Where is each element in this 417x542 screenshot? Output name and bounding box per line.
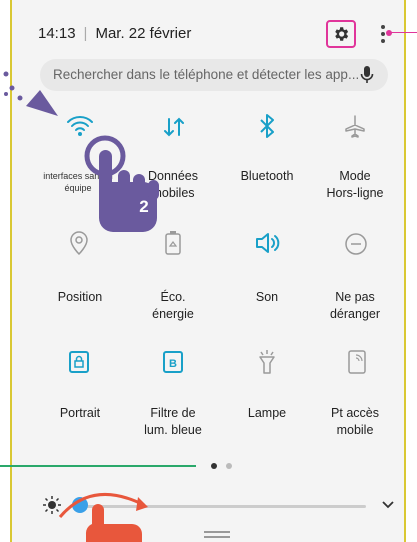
tile-label-power-saving: Éco. énergie bbox=[152, 290, 194, 321]
tile-label-location: Position bbox=[57, 290, 103, 304]
status-row: 14:13 | Mar. 22 février bbox=[38, 25, 191, 42]
step-number-badge: 2 bbox=[139, 197, 149, 216]
svg-text:B: B bbox=[169, 358, 177, 370]
bluetooth-icon[interactable] bbox=[257, 113, 277, 139]
microphone-icon[interactable] bbox=[360, 66, 374, 84]
chevron-down-icon[interactable] bbox=[381, 500, 395, 510]
flashlight-icon[interactable] bbox=[257, 349, 277, 375]
status-separator: | bbox=[83, 25, 88, 42]
search-bar[interactable]: Rechercher dans le téléphone et détecter… bbox=[40, 59, 388, 91]
sound-icon[interactable] bbox=[254, 231, 280, 255]
settings-button[interactable] bbox=[326, 20, 356, 48]
callout-line-settings bbox=[390, 32, 417, 33]
tile-label-flashlight: Lampe bbox=[247, 406, 287, 420]
tile-label-bluetooth: Bluetooth bbox=[240, 169, 294, 183]
panel-handle-bottom[interactable] bbox=[204, 536, 230, 538]
tile-label-blue-light-filter: Filtre de lum. bleue bbox=[144, 406, 202, 437]
search-input[interactable]: Rechercher dans le téléphone et détecter… bbox=[53, 67, 358, 82]
hand-pointer-icon bbox=[85, 504, 142, 542]
portrait-lock-icon[interactable] bbox=[69, 351, 89, 373]
tile-label-do-not-disturb: Ne pas déranger bbox=[329, 290, 381, 321]
panel-handle-top[interactable] bbox=[204, 531, 230, 533]
hotspot-icon[interactable] bbox=[348, 350, 366, 374]
tile-label-portrait: Portrait bbox=[59, 406, 101, 420]
gear-icon bbox=[335, 27, 349, 41]
tile-label-airplane: Mode Hors-ligne bbox=[326, 169, 384, 200]
page-indicator-active[interactable] bbox=[211, 463, 217, 469]
tile-label-hotspot: Pt accès mobile bbox=[331, 406, 379, 437]
blue-light-filter-icon[interactable]: B bbox=[163, 351, 183, 373]
do-not-disturb-icon[interactable] bbox=[344, 232, 368, 256]
tap-hand-icon bbox=[84, 135, 159, 232]
status-time: 14:13 bbox=[38, 25, 76, 42]
dotted-arrow-icon bbox=[3, 71, 58, 116]
callout-line-page bbox=[0, 465, 196, 467]
status-date: Mar. 22 février bbox=[95, 25, 192, 42]
airplane-icon[interactable] bbox=[343, 114, 367, 138]
callout-dot-icon bbox=[386, 30, 392, 36]
tile-label-sound: Son bbox=[255, 290, 279, 304]
page-indicator-inactive[interactable] bbox=[226, 463, 232, 469]
